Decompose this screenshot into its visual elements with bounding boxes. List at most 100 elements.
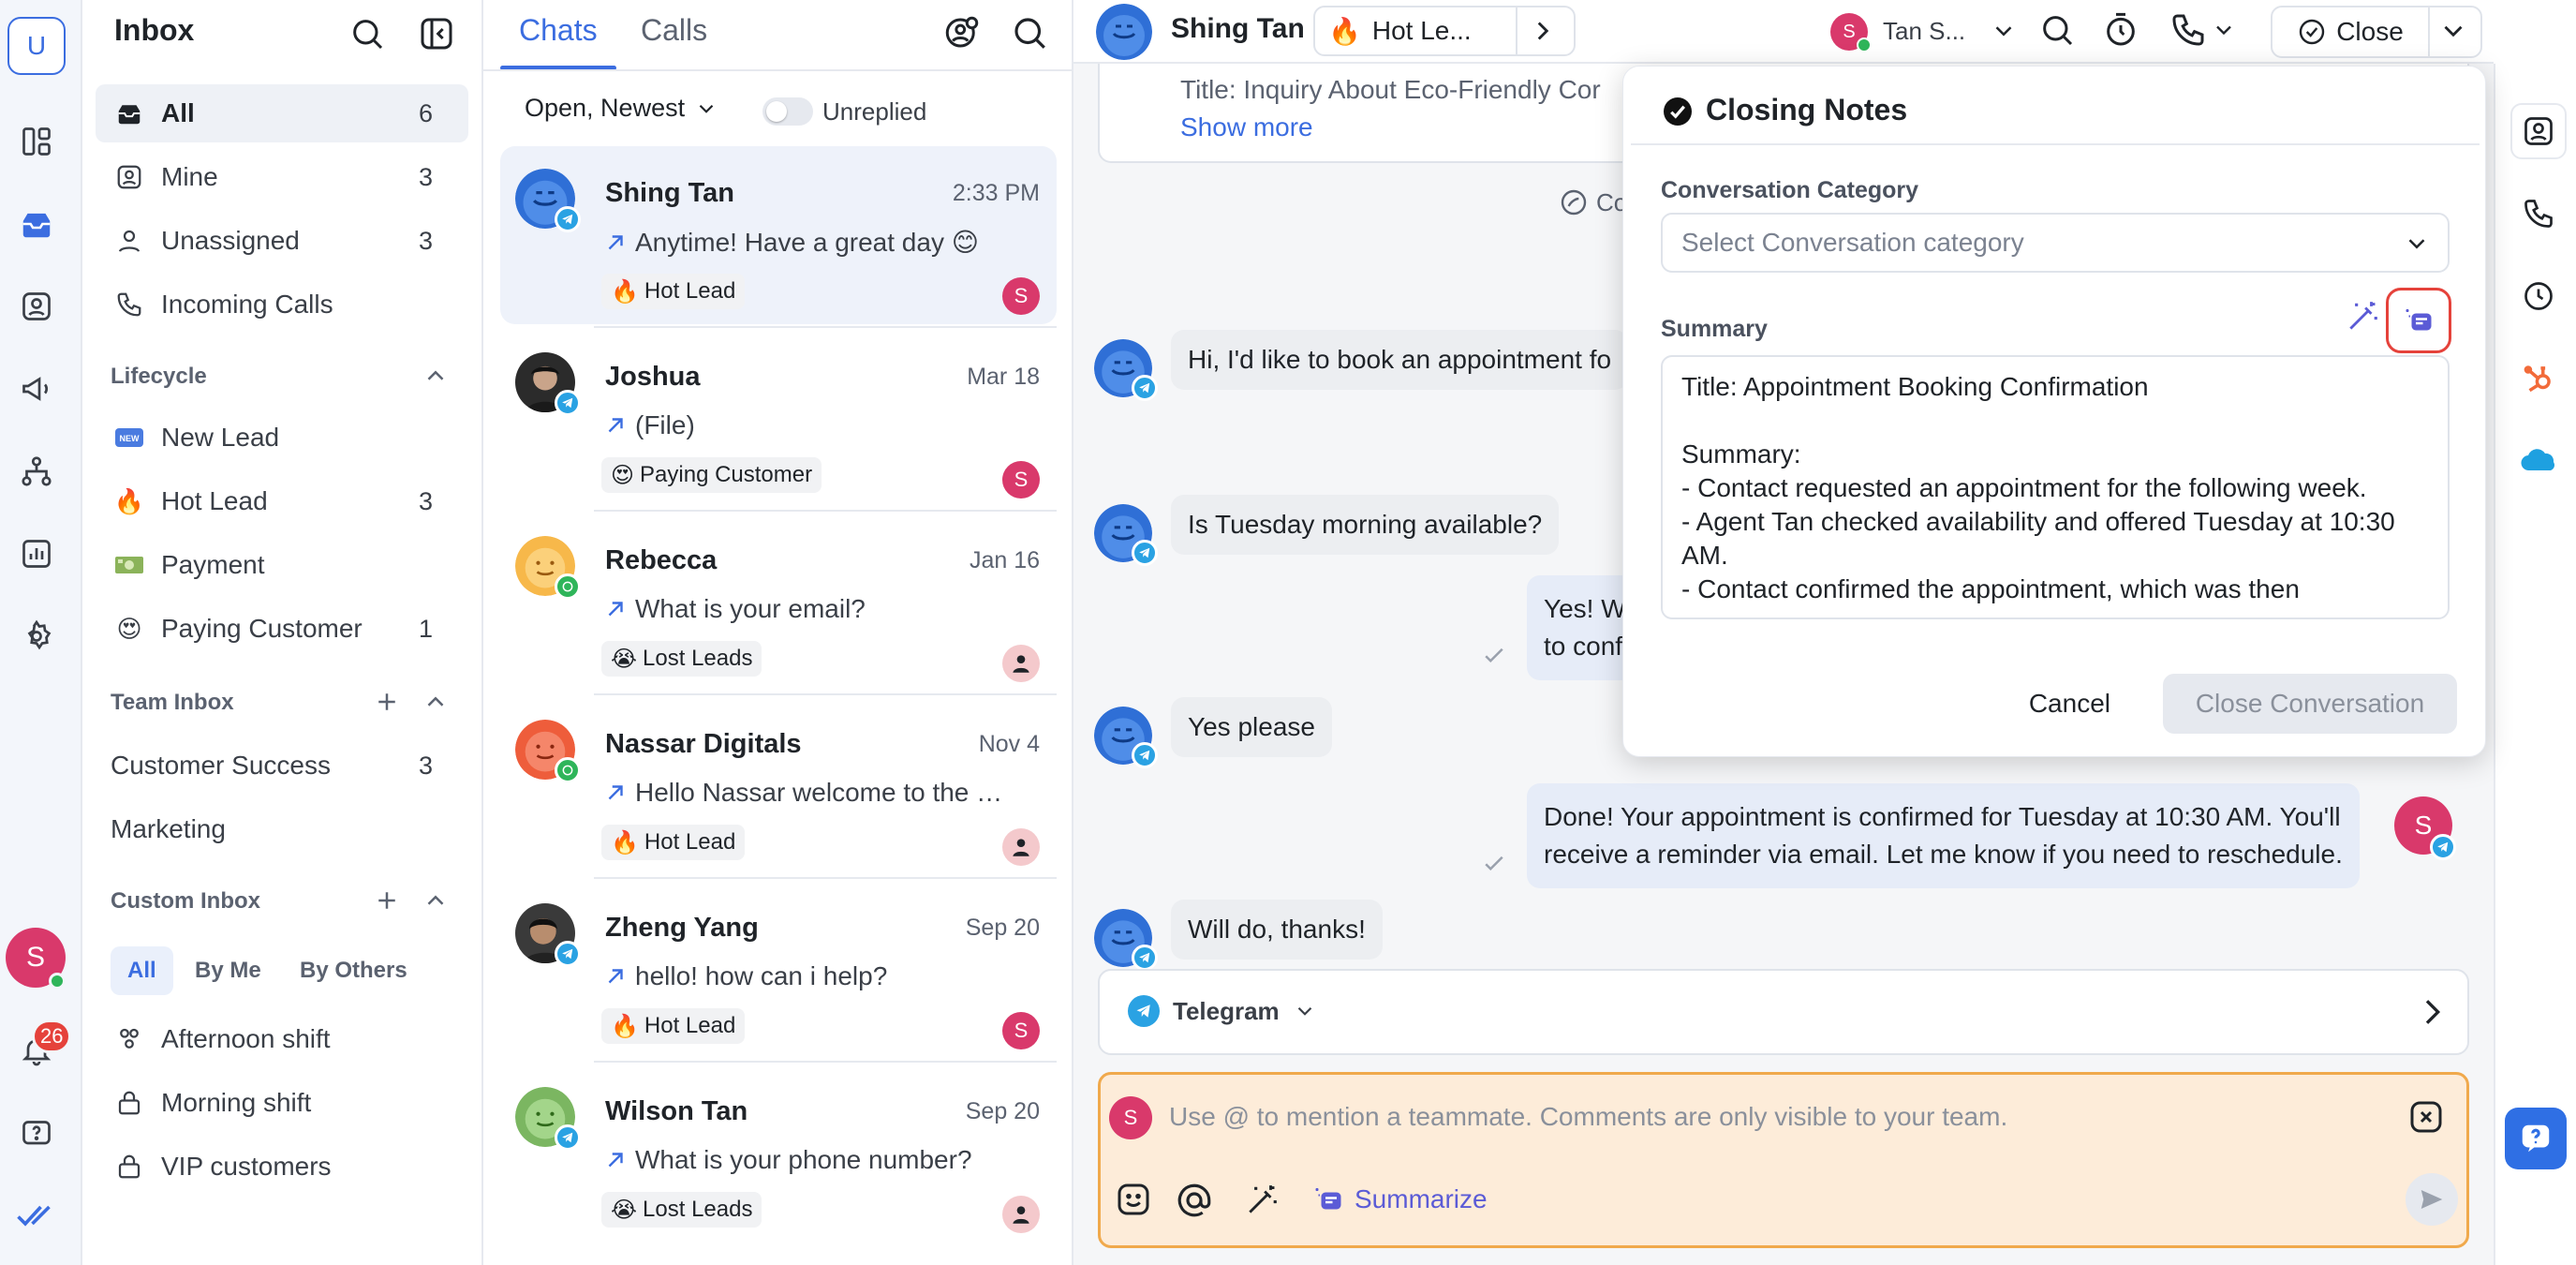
add-custom-inbox-icon[interactable] [373,886,401,915]
outgoing-arrow-icon [603,597,628,621]
summarize-icon [1311,1183,1345,1216]
person-icon [1009,651,1033,676]
hubspot-icon[interactable] [2510,350,2567,407]
call-chevron-down-icon[interactable] [2211,17,2237,43]
contacts-icon[interactable] [13,283,60,330]
workspace-logo[interactable]: U [7,17,66,75]
custom-item-afternoon-shift[interactable]: Afternoon shift [96,1010,468,1068]
conversation-category-select[interactable]: Select Conversation category [1661,213,2450,273]
help-chat-button[interactable] [2505,1108,2567,1169]
close-options-chevron-icon[interactable] [2437,15,2469,47]
ai-magic-wand-icon[interactable] [1244,1183,1280,1218]
composer-avatar: S [1109,1096,1152,1139]
close-composer-icon[interactable] [2407,1098,2445,1136]
money-icon [111,546,148,584]
lifecycle-item-hot-lead[interactable]: 🔥 Hot Lead 3 [96,472,468,530]
contact-avatar[interactable] [1096,4,1152,60]
workflows-icon[interactable] [13,448,60,495]
chat-list-item[interactable]: Wilson Tan Sep 20 What is your phone num… [500,1064,1057,1243]
chat-list-item[interactable]: Zheng Yang Sep 20 hello! how can i help?… [500,881,1057,1059]
search-chats-icon[interactable] [1010,13,1049,52]
settings-icon[interactable] [13,613,60,660]
search-icon[interactable] [348,15,386,52]
double-check-logo-icon [13,1192,60,1239]
channel-selector[interactable]: Telegram [1128,995,1317,1027]
broadcast-icon[interactable] [13,365,60,412]
tag-emoji: 😭 [611,646,638,672]
custom-item-morning-shift[interactable]: Morning shift [96,1074,468,1132]
tabs-divider [483,69,1073,71]
assigned-agent-name[interactable]: Tan S... [1883,17,1965,46]
history-clock-icon[interactable] [2510,268,2567,324]
unreplied-label: Unreplied [822,97,927,126]
custom-item-vip-customers[interactable]: VIP customers [96,1138,468,1196]
lifecycle-item-new-lead[interactable]: NEW New Lead [96,409,468,467]
ai-magic-wand-icon[interactable] [2345,299,2380,335]
tab-calls[interactable]: Calls [641,13,707,48]
person-icon [1009,1202,1033,1227]
lifecycle-label: Hot Le... [1371,16,1472,45]
collapse-lifecycle-icon[interactable] [422,362,450,390]
tab-chats[interactable]: Chats [519,13,598,48]
emoji-sticker-icon[interactable] [1115,1181,1152,1218]
team-status-icon[interactable] [942,13,982,52]
user-outline-icon [111,222,148,260]
expand-chevron-right-icon[interactable] [2413,993,2450,1031]
chat-list-item[interactable]: Nassar Digitals Nov 4 Hello Nassar welco… [500,697,1057,875]
call-icon[interactable] [2169,11,2207,49]
inbox-item-all[interactable]: All 6 [96,84,468,142]
tag-emoji: 🔥 [611,829,639,856]
salesforce-icon[interactable] [2510,433,2567,489]
collapse-panel-icon[interactable] [418,15,455,52]
summary-textarea[interactable]: Title: Appointment Booking Confirmation … [1661,355,2450,619]
reports-icon[interactable] [13,530,60,577]
chevron-right-icon[interactable] [1527,15,1559,47]
chat-list-item[interactable]: Joshua Mar 18 (File) 😍 Paying Customer S [500,330,1057,508]
contact-name[interactable]: Shing Tan [1171,13,1305,45]
custom-filter-all[interactable]: All [111,946,173,995]
contact-details-icon[interactable] [2510,103,2567,159]
close-conversation-submit-button[interactable]: Close Conversation [2163,674,2457,734]
divider [2428,7,2430,56]
comment-input[interactable]: Use @ to mention a teammate. Comments ar… [1169,1102,2007,1132]
send-button[interactable] [2406,1173,2458,1226]
tag-label: Hot Lead [644,829,736,855]
lifecycle-item-paying-customer[interactable]: 😍 Paying Customer 1 [96,600,468,658]
inbox-item-unassigned[interactable]: Unassigned 3 [96,212,468,270]
call-history-icon[interactable] [2510,186,2567,242]
summarize-button[interactable] [2386,288,2451,353]
collapse-team-inbox-icon[interactable] [422,688,450,716]
inbox-item-mine[interactable]: Mine 3 [96,148,468,206]
fire-icon: 🔥 [113,486,145,515]
dashboard-icon[interactable] [13,118,60,165]
inbox-tray-icon [111,95,148,132]
comment-composer [1098,1072,2469,1248]
assignee-initial: S [1014,1019,1029,1042]
collapse-custom-inbox-icon[interactable] [422,886,450,915]
show-more-link[interactable]: Show more [1180,112,1313,142]
chat-list-item[interactable]: Rebecca Jan 16 What is your email? 😭 Los… [500,513,1057,692]
sort-filter-dropdown[interactable]: Open, Newest [525,94,718,123]
chat-list-item[interactable]: Shing Tan 2:33 PM Anytime! Have a great … [500,146,1057,324]
team-item-marketing[interactable]: Marketing [96,800,468,858]
search-conversation-icon[interactable] [2038,11,2076,49]
chevron-down-icon [694,97,718,121]
lifecycle-section-label: Lifecycle [111,364,207,389]
cancel-button[interactable]: Cancel [1923,674,2129,734]
mention-icon[interactable] [1175,1181,1214,1220]
custom-filter-by-me[interactable]: By Me [178,946,278,995]
lifecycle-item-payment[interactable]: Payment [96,536,468,594]
snooze-timer-icon[interactable] [2102,11,2139,49]
chat-time: Sep 20 [965,915,1040,941]
agent-chevron-down-icon[interactable] [1990,17,2018,45]
custom-filter-by-others[interactable]: By Others [283,946,424,995]
add-team-inbox-icon[interactable] [373,688,401,716]
inbox-icon[interactable] [13,201,60,247]
chat-preview-row: Hello Nassar welcome to the ch... [603,778,1015,808]
team-item-customer-success[interactable]: Customer Success 3 [96,737,468,795]
close-conversation-button[interactable]: Close [2273,7,2428,56]
inbox-item-incoming-calls[interactable]: Incoming Calls [96,275,468,334]
chat-divider [594,326,1057,328]
help-icon[interactable] [13,1111,60,1158]
summarize-button[interactable]: Summarize [1311,1183,1488,1216]
